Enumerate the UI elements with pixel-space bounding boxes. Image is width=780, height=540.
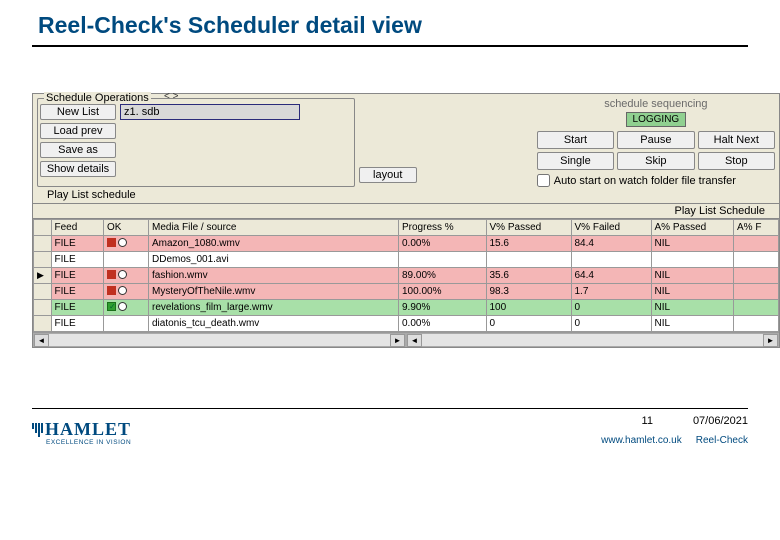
- status-circle-icon: [118, 302, 127, 311]
- scroll-right-icon-2[interactable]: ►: [763, 334, 778, 347]
- playlist-grid-heading: Play List Schedule: [33, 204, 779, 219]
- sequencing-panel: schedule sequencing LOGGING Start Pause …: [537, 98, 775, 187]
- logging-badge: LOGGING: [626, 112, 687, 127]
- grid-scrollbar-row: ◄ ► ◄ ►: [33, 332, 779, 347]
- column-header-row: Feed OK Media File / source Progress % V…: [34, 220, 779, 236]
- pause-button[interactable]: Pause: [617, 131, 694, 149]
- start-button[interactable]: Start: [537, 131, 614, 149]
- table-row[interactable]: FILEdiatonis_tcu_death.wmv0.00%00NIL: [34, 316, 779, 332]
- sequencing-title: schedule sequencing: [537, 98, 775, 110]
- save-as-button[interactable]: Save as: [40, 142, 116, 158]
- table-row[interactable]: FILErevelations_film_large.wmv9.90%1000N…: [34, 300, 779, 316]
- table-row[interactable]: FILEMysteryOfTheNile.wmv100.00%98.31.7NI…: [34, 284, 779, 300]
- logo-text: HAMLET: [45, 419, 131, 440]
- auto-start-label: Auto start on watch folder file transfer: [554, 175, 736, 187]
- hscroll-right[interactable]: ◄ ►: [406, 333, 779, 347]
- col-vfailed[interactable]: V% Failed: [571, 220, 651, 236]
- single-button[interactable]: Single: [537, 152, 614, 170]
- scroll-left-icon[interactable]: ◄: [34, 334, 49, 347]
- show-details-button[interactable]: Show details: [40, 161, 116, 177]
- status-circle-icon: [118, 286, 127, 295]
- auto-start-checkbox[interactable]: [537, 174, 550, 187]
- playlist-grid: Play List Schedule Feed OK Media File / …: [33, 203, 779, 347]
- status-circle-icon: [118, 238, 127, 247]
- col-vpassed[interactable]: V% Passed: [486, 220, 571, 236]
- col-media[interactable]: Media File / source: [149, 220, 399, 236]
- new-list-button[interactable]: New List: [40, 104, 116, 120]
- status-error-icon: [107, 270, 116, 279]
- col-ax[interactable]: A% F: [734, 220, 779, 236]
- app-window: Schedule Operations < > New List z1. sdb…: [32, 93, 780, 348]
- playlist-tab-label: Play List schedule: [47, 189, 779, 201]
- slide-date: 07/06/2021: [693, 415, 748, 427]
- status-ok-icon: [107, 302, 116, 311]
- scroll-right-icon[interactable]: ►: [390, 334, 405, 347]
- table-row[interactable]: ▶FILEfashion.wmv89.00%35.664.4NIL: [34, 268, 779, 284]
- layout-button[interactable]: layout: [359, 167, 417, 183]
- footer-url: www.hamlet.co.uk: [601, 435, 682, 446]
- schedule-filename-field[interactable]: z1. sdb: [120, 104, 300, 120]
- stop-button[interactable]: Stop: [698, 152, 775, 170]
- col-apassed[interactable]: A% Passed: [651, 220, 734, 236]
- status-circle-icon: [118, 270, 127, 279]
- slide-title: Reel-Check's Scheduler detail view: [0, 0, 780, 45]
- schedule-operations-group: Schedule Operations < > New List z1. sdb…: [37, 98, 355, 187]
- hscroll-left[interactable]: ◄ ►: [33, 333, 406, 347]
- row-selector-icon: ▶: [37, 270, 44, 280]
- logo-block: HAMLET EXCELLENCE IN VISION: [32, 419, 589, 446]
- page-number: 11: [642, 415, 653, 427]
- load-prev-button[interactable]: Load prev: [40, 123, 116, 139]
- logo-tagline: EXCELLENCE IN VISION: [46, 439, 589, 446]
- col-ok[interactable]: OK: [104, 220, 149, 236]
- status-error-icon: [107, 286, 116, 295]
- logo-icon: [32, 423, 43, 437]
- title-rule: [32, 45, 748, 47]
- scroll-left-icon-2[interactable]: ◄: [407, 334, 422, 347]
- halt-next-button[interactable]: Halt Next: [698, 131, 775, 149]
- schedule-ops-legend: Schedule Operations: [44, 92, 151, 104]
- col-progress[interactable]: Progress %: [399, 220, 487, 236]
- table-row[interactable]: FILEDDemos_001.avi: [34, 252, 779, 268]
- col-feed[interactable]: Feed: [51, 220, 104, 236]
- skip-button[interactable]: Skip: [617, 152, 694, 170]
- status-error-icon: [107, 238, 116, 247]
- table-row[interactable]: FILEAmazon_1080.wmv0.00%15.684.4NIL: [34, 236, 779, 252]
- footer-product: Reel-Check: [696, 435, 748, 446]
- nav-arrows-icon[interactable]: < >: [164, 91, 178, 102]
